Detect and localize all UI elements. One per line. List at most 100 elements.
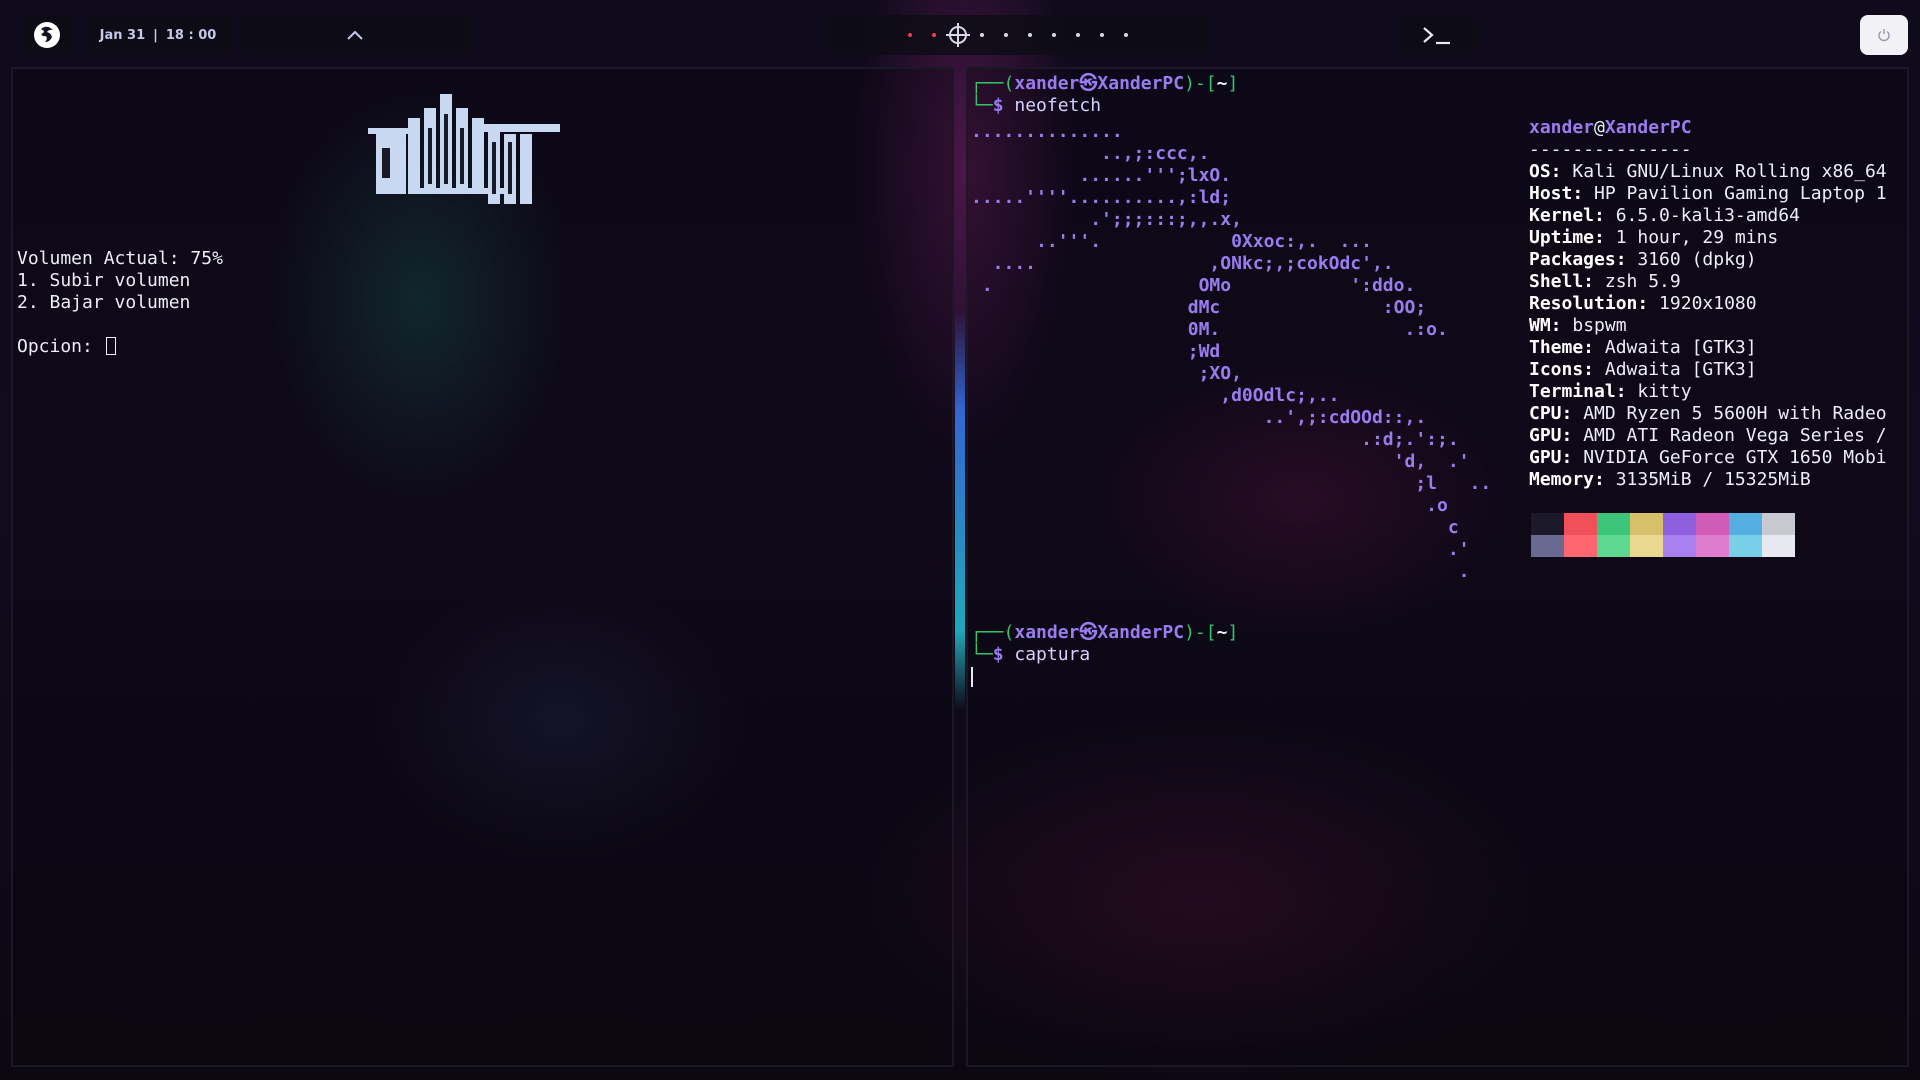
prompt-corner: └─ (971, 95, 993, 116)
info-row-cpu: CPU: AMD Ryzen 5 5600H with Radeo (1529, 403, 1887, 424)
palette-swatch (1630, 513, 1663, 535)
prompt-at-symbol: ㉿ (1079, 73, 1098, 94)
ascii-line: ......''';lxO. (971, 165, 1232, 186)
palette-swatch (1696, 513, 1729, 535)
volume-menu: Volumen Actual: 75% 1. Subir volumen 2. … (17, 248, 223, 358)
prompt-bracket: )-[ (1184, 622, 1217, 643)
info-value: kitty (1626, 381, 1692, 402)
workspace-5[interactable] (994, 33, 1018, 37)
info-value: Adwaita [GTK3] (1594, 337, 1757, 358)
window-gap-glow (955, 310, 965, 710)
terminal-window-neofetch[interactable]: ┌──(xander㉿XanderPC)-[~] └─$ neofetch ..… (966, 67, 1909, 1067)
info-row-memory: Memory: 3135MiB / 15325MiB (1529, 469, 1811, 490)
info-value: 1 hour, 29 mins (1604, 227, 1779, 248)
top-bar: Jan 31 | 18 : 00 (0, 0, 1920, 66)
volume-down-option: 2. Bajar volumen (17, 292, 191, 313)
info-value: Adwaita [GTK3] (1594, 359, 1757, 380)
info-key: Icons: (1529, 359, 1595, 380)
power-icon (1878, 29, 1890, 42)
workspace-2[interactable] (922, 33, 946, 37)
workspace-10[interactable] (1114, 33, 1138, 37)
prompt-bracket: ┌──( (971, 73, 1015, 94)
terminal-icon (1423, 27, 1450, 45)
workspace-8[interactable] (1066, 33, 1090, 37)
workspace-dot (980, 33, 984, 37)
ascii-line: ..,;:ccc,. (971, 143, 1210, 164)
info-value: 3160 (dpkg) (1626, 249, 1757, 270)
palette-swatch (1630, 535, 1663, 557)
info-row-gpu: GPU: AMD ATI Radeon Vega Series / (1529, 425, 1887, 446)
datetime-widget[interactable]: Jan 31 | 18 : 00 (84, 15, 232, 55)
terminal-window-volume[interactable]: Volumen Actual: 75% 1. Subir volumen 2. … (11, 67, 954, 1067)
power-button[interactable] (1860, 15, 1908, 55)
launcher-button[interactable] (19, 15, 75, 55)
info-value: 6.5.0-kali3-amd64 (1604, 205, 1800, 226)
ascii-line: ..',;:cdOOd::,. (971, 407, 1427, 428)
system-tray (240, 15, 470, 55)
prompt-corner: └─ (971, 644, 993, 665)
workspace-4[interactable] (970, 33, 994, 37)
volume-equalizer-art (368, 94, 560, 204)
workspace-dot (1100, 33, 1104, 37)
info-key: Uptime: (1529, 227, 1605, 248)
info-key: Host: (1529, 183, 1584, 204)
workspace-3[interactable] (946, 26, 970, 44)
workspace-1[interactable] (898, 33, 922, 37)
info-key: Terminal: (1529, 381, 1627, 402)
workspace-9[interactable] (1090, 33, 1114, 37)
info-row-kernel: Kernel: 6.5.0-kali3-amd64 (1529, 205, 1800, 226)
info-value: HP Pavilion Gaming Laptop 1 (1583, 183, 1887, 204)
kali-ascii-logo: .............. ..,;:ccc,. ......''';lxO.… (971, 121, 1491, 583)
info-value: Kali GNU/Linux Rolling x86_64 (1561, 161, 1887, 182)
terminal-cursor[interactable] (105, 337, 116, 355)
workspace-dot (1028, 33, 1032, 37)
info-host: XanderPC (1604, 117, 1692, 138)
prompt-user: xander (1014, 73, 1080, 94)
palette-swatch (1531, 535, 1564, 557)
info-key: Kernel: (1529, 205, 1605, 226)
info-user: xander (1529, 117, 1595, 138)
info-key: Packages: (1529, 249, 1627, 270)
info-value: NVIDIA GeForce GTX 1650 Mobi (1572, 447, 1887, 468)
palette-swatch (1762, 535, 1795, 557)
ascii-line: 0M. .:o. (971, 319, 1448, 340)
info-value: AMD Ryzen 5 5600H with Radeo (1572, 403, 1887, 424)
chevron-up-icon[interactable] (345, 28, 365, 42)
info-row-resolution: Resolution: 1920x1080 (1529, 293, 1757, 314)
shell-prompt-2: ┌──(xander㉿XanderPC)-[~] └─$ captura (971, 622, 1238, 666)
command-captura: captura (1014, 644, 1091, 665)
info-row-shell: Shell: zsh 5.9 (1529, 271, 1681, 292)
terminal-launcher[interactable] (1399, 15, 1475, 55)
ascii-line: 'd, .' (971, 451, 1470, 472)
palette-swatch (1564, 513, 1597, 535)
info-key: Shell: (1529, 271, 1595, 292)
ascii-line: ..'''. 0Xxoc:,. ... (971, 231, 1372, 252)
info-key: GPU: (1529, 425, 1573, 446)
prompt-user: xander (1014, 622, 1080, 643)
workspace-dot (1076, 33, 1080, 37)
workspace-dot (1124, 33, 1128, 37)
terminal-cursor[interactable] (971, 667, 973, 687)
info-row-terminal: Terminal: kitty (1529, 381, 1692, 402)
info-key: CPU: (1529, 403, 1573, 424)
time-label: 18 : 00 (165, 27, 217, 43)
workspace-7[interactable] (1042, 33, 1066, 37)
workspace-6[interactable] (1018, 33, 1042, 37)
ascii-line: ,d0Odlc;,.. (971, 385, 1340, 406)
ascii-line: . (971, 561, 1470, 582)
ascii-line: c (971, 517, 1459, 538)
ascii-line: .... ,ONkc;,;cokOdc',. (971, 253, 1394, 274)
workspace-dot (908, 33, 912, 37)
datetime-separator: | (153, 27, 158, 43)
volume-current-line: Volumen Actual: 75% (17, 248, 223, 269)
workspace-switcher (826, 15, 1210, 55)
info-key: GPU: (1529, 447, 1573, 468)
info-value: AMD ATI Radeon Vega Series / (1572, 425, 1887, 446)
palette-swatch (1729, 535, 1762, 557)
ascii-line: ;l .. (971, 473, 1492, 494)
ascii-line: .:d;.':;. (971, 429, 1459, 450)
prompt-dir: ~ (1216, 73, 1228, 94)
info-row-os: OS: Kali GNU/Linux Rolling x86_64 (1529, 161, 1887, 182)
prompt-at-symbol: ㉿ (1079, 622, 1098, 643)
prompt-host: XanderPC (1097, 622, 1185, 643)
